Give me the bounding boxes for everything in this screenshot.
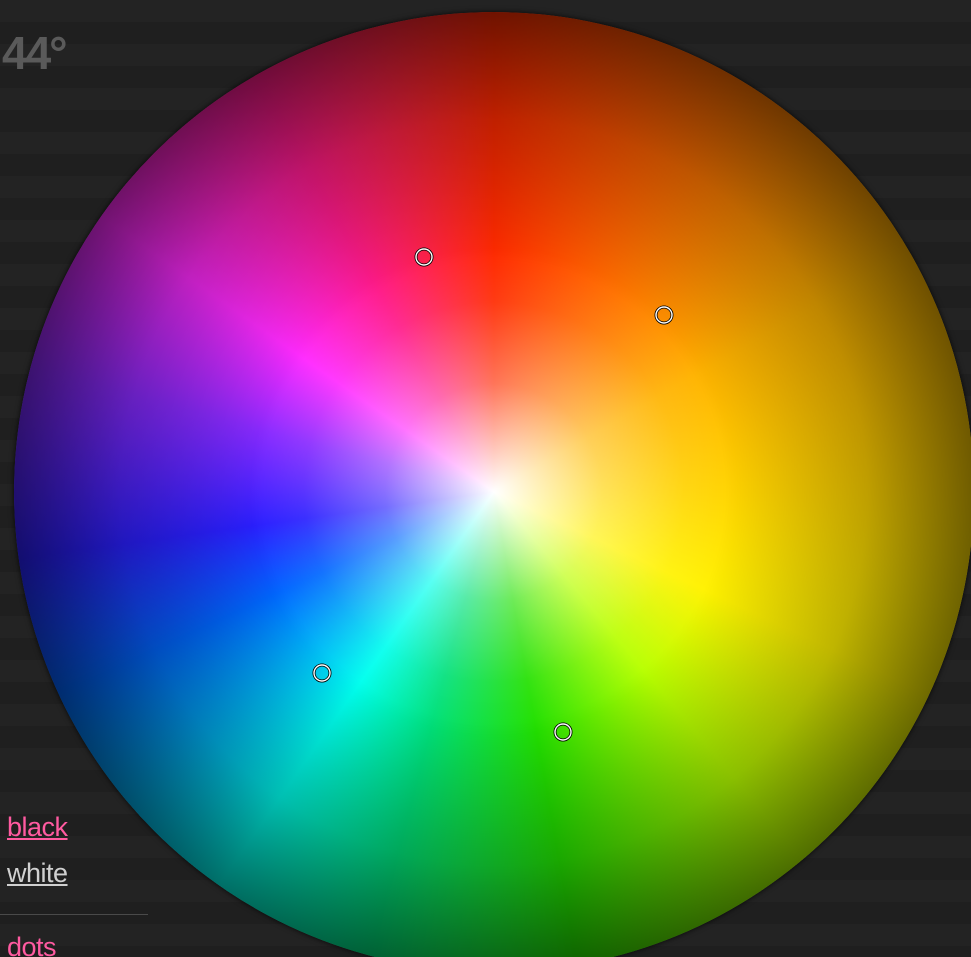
options-divider [0, 914, 148, 915]
background-black-link[interactable]: black [7, 814, 68, 841]
harmony-marker-orange[interactable] [654, 305, 674, 325]
background-white-link[interactable]: white [7, 860, 68, 887]
color-wheel-container [14, 12, 971, 957]
harmony-marker-pink[interactable] [414, 247, 434, 267]
color-wheel[interactable] [14, 12, 971, 957]
harmony-marker-cyan[interactable] [312, 663, 332, 683]
dots-toggle-link[interactable]: dots [7, 934, 57, 957]
black-edge-gradient [14, 12, 971, 957]
harmony-marker-green[interactable] [553, 722, 573, 742]
